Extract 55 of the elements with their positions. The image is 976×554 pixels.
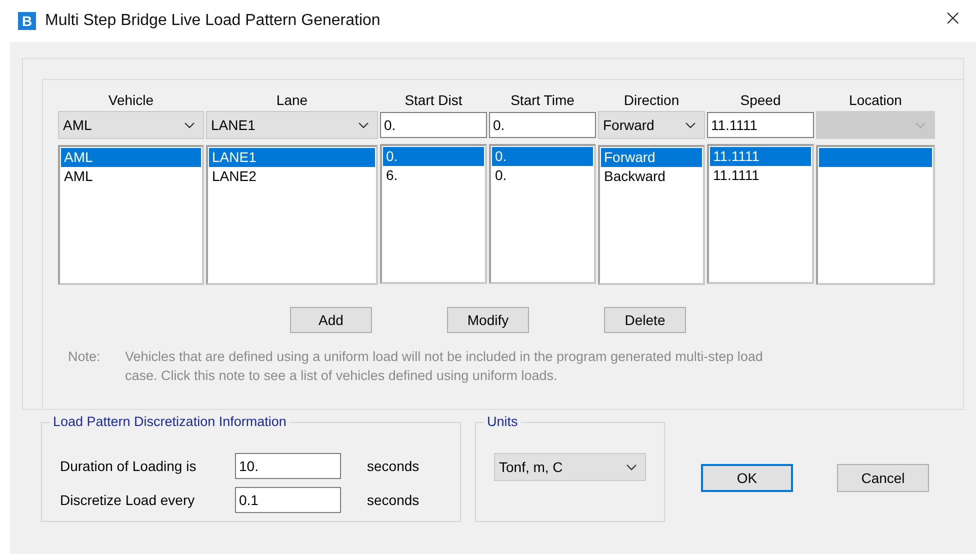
app-logo-icon: B xyxy=(18,12,36,30)
dialog-button[interactable]: OK xyxy=(701,464,793,492)
column-header: Lane xyxy=(275,92,309,110)
chevron-down-icon xyxy=(915,122,926,128)
input-field[interactable]: 11.1111 xyxy=(707,112,814,138)
column-header: Direction xyxy=(622,92,680,110)
group-title: Load Pattern Discretization Information xyxy=(50,414,290,429)
list-item[interactable]: 6. xyxy=(383,166,484,185)
column-header: Start Dist xyxy=(404,92,464,110)
dropdown[interactable]: LANE1 xyxy=(206,111,378,139)
column-header: Speed xyxy=(739,92,782,110)
window-title: Multi Step Bridge Live Load Pattern Generation xyxy=(45,12,380,30)
list-box[interactable] xyxy=(816,145,935,285)
list-box[interactable]: AML AML xyxy=(58,145,204,285)
list-item[interactable]: AML xyxy=(61,148,201,167)
field-label: Duration of Loading is xyxy=(60,458,198,474)
column-header: Start Time xyxy=(510,92,576,110)
list-item[interactable]: LANE2 xyxy=(209,167,375,186)
input-field[interactable]: 0. xyxy=(489,112,596,138)
close-button[interactable]: × xyxy=(938,6,968,31)
chevron-down-icon xyxy=(626,464,637,470)
input-field[interactable]: 0.1 xyxy=(235,487,341,513)
column-header: Location xyxy=(848,92,903,110)
action-button[interactable]: Delete xyxy=(604,307,686,333)
list-box[interactable]: Forward Backward xyxy=(598,145,705,285)
group-title: Units xyxy=(484,414,521,429)
list-item[interactable]: 11.1111 xyxy=(710,166,811,185)
chevron-down-icon xyxy=(685,122,696,128)
list-box[interactable]: LANE1 LANE2 xyxy=(206,145,378,285)
list-item[interactable]: LANE1 xyxy=(209,148,375,167)
list-item[interactable]: 0. xyxy=(492,166,593,185)
field-label: Discretize Load every xyxy=(60,492,196,508)
chevron-down-icon xyxy=(358,122,369,128)
note-label: Note: xyxy=(67,348,102,366)
list-item[interactable]: Forward xyxy=(601,148,702,167)
list-item[interactable]: Backward xyxy=(601,167,702,186)
dropdown[interactable]: AML xyxy=(58,111,204,139)
list-box[interactable]: 0. 0. xyxy=(489,144,596,284)
list-item[interactable]: 11.1111 xyxy=(710,147,811,166)
list-item[interactable]: AML xyxy=(61,167,201,186)
units-dropdown[interactable]: Tonf, m, C xyxy=(494,453,646,481)
action-button[interactable]: Add xyxy=(290,307,372,333)
unit-label: seconds xyxy=(367,492,420,508)
list-item[interactable]: 0. xyxy=(492,147,593,166)
input-field[interactable]: 10. xyxy=(235,453,341,479)
unit-label: seconds xyxy=(367,458,420,474)
chevron-down-icon xyxy=(184,122,195,128)
action-button[interactable]: Modify xyxy=(447,307,529,333)
dialog-button[interactable]: Cancel xyxy=(837,464,929,492)
list-box[interactable]: 0. 6. xyxy=(380,144,487,284)
input-field[interactable]: 0. xyxy=(380,112,487,138)
list-box[interactable]: 11.1111 11.1111 xyxy=(707,144,814,284)
dropdown[interactable]: Forward xyxy=(598,111,705,139)
list-item[interactable]: 0. xyxy=(383,147,484,166)
column-header: Vehicle xyxy=(107,92,155,110)
